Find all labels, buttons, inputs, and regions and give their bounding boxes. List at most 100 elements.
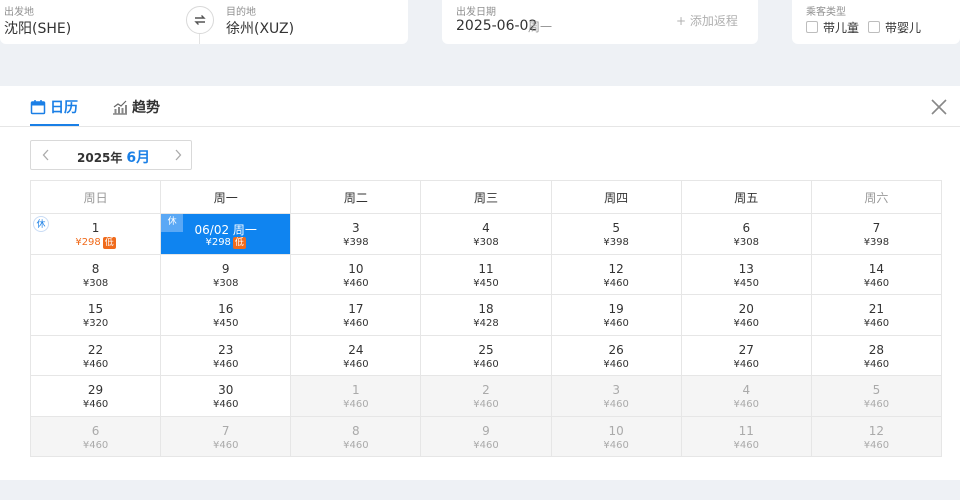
calendar-day[interactable]: 22 ¥460 <box>31 335 162 376</box>
child-checkbox[interactable] <box>806 21 818 33</box>
calendar-day[interactable]: 15 ¥320 <box>31 295 162 336</box>
calendar-day[interactable]: 30 ¥460 <box>161 376 292 417</box>
next-month-button[interactable] <box>163 141 193 169</box>
calendar-day[interactable]: 26 ¥460 <box>551 335 682 376</box>
day-price: ¥460 <box>603 318 629 329</box>
from-field[interactable]: 沈阳(SHE) <box>4 18 71 38</box>
day-price: ¥460 <box>343 277 369 289</box>
day-price: ¥308 <box>473 237 499 248</box>
prev-month-button[interactable] <box>31 141 61 169</box>
weekday-header: 周二 <box>291 181 422 214</box>
day-number: 23 <box>218 342 234 357</box>
day-number: 19 <box>608 302 624 316</box>
day-number: 2 <box>482 383 490 397</box>
day-price: ¥460 <box>733 439 759 451</box>
day-price: ¥460 <box>82 399 109 410</box>
calendar-day[interactable]: 17 ¥460 <box>291 295 422 336</box>
date-weekday: 周一 <box>528 20 553 34</box>
calendar-day[interactable]: 12 ¥460 <box>551 254 682 295</box>
departure-date-field[interactable]: 2025-06-02 <box>456 18 537 34</box>
day-price-row: ¥450 <box>682 278 811 289</box>
calendar-day[interactable]: 16 ¥450 <box>161 295 292 336</box>
calendar-day[interactable]: 休 1 ¥298 低 <box>31 214 162 255</box>
panel-divider <box>0 126 960 127</box>
calendar-day[interactable]: 5 ¥460 <box>811 376 942 417</box>
route-card[interactable]: 出发地 沈阳(SHE) 目的地 徐州(XUZ) <box>0 0 408 44</box>
calendar-day[interactable]: 19 ¥460 <box>551 295 682 336</box>
calendar-day[interactable]: 5 ¥398 <box>551 214 682 255</box>
close-button[interactable] <box>928 96 950 118</box>
calendar-day[interactable]: 6 ¥308 <box>681 214 812 255</box>
day-price: ¥308 <box>212 277 239 289</box>
day-number: 16 <box>218 302 234 316</box>
day-number: 7 <box>221 423 230 438</box>
calendar-day[interactable]: 27 ¥460 <box>681 335 812 376</box>
add-return-button[interactable]: + 添加返程 <box>676 12 738 29</box>
calendar-day[interactable]: 11 ¥450 <box>421 254 552 295</box>
day-number: 1 <box>91 221 100 235</box>
day-price: ¥460 <box>863 358 890 370</box>
calendar-day[interactable]: 6 ¥460 <box>31 416 162 457</box>
calendar-day[interactable]: 10 ¥460 <box>291 254 422 295</box>
calendar-day[interactable]: 9 ¥460 <box>421 416 552 457</box>
calendar-day[interactable]: 11 ¥460 <box>681 416 812 457</box>
day-number: 12 <box>608 261 624 276</box>
calendar-day[interactable]: 4 ¥460 <box>681 376 812 417</box>
calendar-day[interactable]: 7 ¥398 <box>811 214 942 255</box>
infant-checkbox[interactable] <box>868 21 880 33</box>
calendar-day[interactable]: 20 ¥460 <box>681 295 812 336</box>
day-price: ¥428 <box>473 318 499 329</box>
day-price: ¥460 <box>343 399 369 410</box>
calendar-day[interactable]: 1 ¥460 <box>291 376 422 417</box>
day-price-row: ¥460 <box>812 278 941 289</box>
chevron-right-icon <box>175 149 182 161</box>
calendar-day[interactable]: 29 ¥460 <box>31 376 162 417</box>
infant-checkbox-label[interactable]: 带婴儿 <box>885 19 921 36</box>
calendar-day-selected[interactable]: 休 06/02 周一 ¥298 低 <box>161 214 292 255</box>
calendar-day[interactable]: 24 ¥460 <box>291 335 422 376</box>
day-price-row: ¥460 <box>552 399 681 410</box>
day-number: 11 <box>738 423 754 438</box>
calendar-day[interactable]: 4 ¥308 <box>421 214 552 255</box>
tab-trend[interactable]: 趋势 <box>112 96 160 118</box>
day-price: ¥460 <box>733 399 759 410</box>
calendar-day[interactable]: 23 ¥460 <box>161 335 292 376</box>
calendar-day[interactable]: 28 ¥460 <box>811 335 942 376</box>
calendar-day[interactable]: 7 ¥460 <box>161 416 292 457</box>
calendar-day[interactable]: 13 ¥450 <box>681 254 812 295</box>
day-price-row: ¥460 <box>291 278 420 289</box>
calendar-week-row: 15 ¥320 16 ¥450 17 ¥460 18 ¥428 19 ¥460 20 ¥460 21 ¥4… <box>31 295 942 336</box>
calendar-week-row: 29 ¥460 30 ¥460 1 ¥460 2 ¥460 3 ¥460 4 ¥460 5 ¥460 <box>31 376 942 417</box>
day-price-row: ¥460 <box>682 318 811 329</box>
calendar-day[interactable]: 21 ¥460 <box>811 295 942 336</box>
day-price: ¥298 <box>205 237 231 248</box>
day-price-row: ¥460 <box>552 278 681 289</box>
month-selector: 2025年 6月 <box>30 140 192 170</box>
day-number: 21 <box>868 302 885 316</box>
calendar-day[interactable]: 8 ¥308 <box>31 254 162 295</box>
calendar-day[interactable]: 3 ¥398 <box>291 214 422 255</box>
day-number: 24 <box>348 342 364 357</box>
calendar-day[interactable]: 10 ¥460 <box>551 416 682 457</box>
child-checkbox-label[interactable]: 带儿童 <box>823 19 859 36</box>
calendar-day[interactable]: 2 ¥460 <box>421 376 552 417</box>
day-price-row: ¥460 <box>812 318 941 329</box>
tab-calendar[interactable]: 日历 <box>30 96 78 118</box>
calendar-day[interactable]: 12 ¥460 <box>811 416 942 457</box>
day-price-row: ¥298 低 <box>31 237 160 249</box>
calendar-day[interactable]: 18 ¥428 <box>421 295 552 336</box>
calendar-day[interactable]: 14 ¥460 <box>811 254 942 295</box>
calendar-day[interactable]: 9 ¥308 <box>161 254 292 295</box>
day-price: ¥398 <box>603 237 629 248</box>
calendar-day[interactable]: 3 ¥460 <box>551 376 682 417</box>
day-price-row: ¥460 <box>682 359 811 370</box>
day-number: 28 <box>868 342 885 357</box>
swap-route-button[interactable] <box>186 6 214 34</box>
date-card[interactable]: 出发日期 2025-06-02 周一 + 添加返程 <box>442 0 758 44</box>
day-price-row: ¥460 <box>682 440 811 451</box>
calendar-day[interactable]: 25 ¥460 <box>421 335 552 376</box>
day-price-row: ¥460 <box>552 359 681 370</box>
to-field[interactable]: 徐州(XUZ) <box>226 18 294 38</box>
lowest-price-badge: 低 <box>232 237 246 249</box>
calendar-day[interactable]: 8 ¥460 <box>291 416 422 457</box>
